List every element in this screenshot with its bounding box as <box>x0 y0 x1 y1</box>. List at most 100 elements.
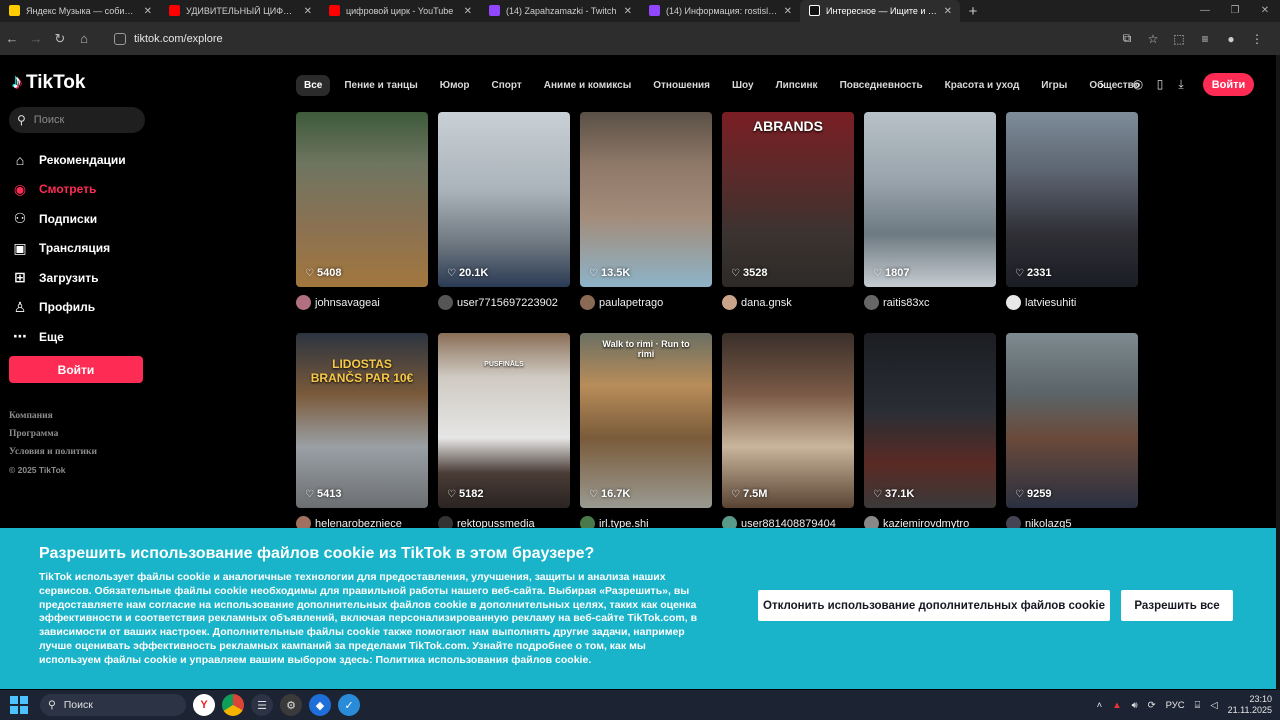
video-author[interactable]: johnsavageai <box>296 295 428 310</box>
video-thumbnail[interactable]: ♡ 2331 <box>1006 112 1138 287</box>
download-icon[interactable]: ⤓ <box>1172 74 1190 94</box>
volume-icon[interactable]: 🔊︎ <box>1132 700 1138 711</box>
new-tab-button[interactable]: + <box>960 0 986 22</box>
video-card[interactable]: Walk to rimi · Run to rimi ♡ 16.7K irl.ty… <box>580 333 712 543</box>
reload-icon[interactable]: ↻ <box>48 31 72 47</box>
maximize-icon[interactable]: ❐ <box>1220 0 1250 22</box>
close-window-icon[interactable]: ✕ <box>1250 0 1280 22</box>
video-thumbnail[interactable]: ♡ 7.5M <box>722 333 854 508</box>
video-author[interactable]: paulapetrago <box>580 295 712 310</box>
browser-tab[interactable]: Яндекс Музыка — собираем м ✕ <box>0 0 160 22</box>
video-author[interactable]: raitis83xc <box>864 295 996 310</box>
tab-category[interactable]: Спорт <box>492 80 522 91</box>
login-button-top[interactable]: Войти <box>1203 73 1254 96</box>
tab-category[interactable]: Шоу <box>732 80 754 91</box>
video-thumbnail[interactable]: ♡ 13.5K <box>580 112 712 287</box>
coins-icon[interactable]: ◎ <box>1129 74 1147 94</box>
video-author[interactable]: dana.gnsk <box>722 295 854 310</box>
video-card[interactable]: PUSFINĀLS ♡ 5182 rektopussmedia <box>438 333 570 543</box>
media-icon[interactable]: ≡ <box>1192 32 1218 46</box>
tab-category[interactable]: Липсинк <box>776 80 818 91</box>
chrome-icon[interactable] <box>222 694 244 716</box>
video-thumbnail[interactable]: ♡ 37.1K <box>864 333 996 508</box>
clock[interactable]: 23:10 21.11.2025 <box>1228 694 1272 716</box>
tab-category[interactable]: Красота и уход <box>945 80 1020 91</box>
allow-all-cookies-button[interactable]: Разрешить все <box>1121 590 1233 621</box>
video-card[interactable]: ♡ 5408 johnsavageai <box>296 112 428 322</box>
chevron-right-icon[interactable]: › <box>1100 77 1104 92</box>
menu-icon[interactable]: ⋮ <box>1244 32 1270 46</box>
vpn-icon[interactable]: ✓ <box>338 694 360 716</box>
video-thumbnail[interactable]: ♡ 1807 <box>864 112 996 287</box>
search-input[interactable]: ⚲ Поиск <box>9 107 145 133</box>
sidebar-item-live[interactable]: ▣ Трансляция <box>12 234 126 264</box>
video-card[interactable]: ♡ 9259 nikolazg5 <box>1006 333 1138 543</box>
chevron-up-icon[interactable]: ˄ <box>1097 700 1103 711</box>
home-icon[interactable]: ⌂ <box>72 31 96 46</box>
forward-icon[interactable]: → <box>24 31 48 46</box>
browser-tab[interactable]: цифровой цирк - YouTube ✕ <box>320 0 480 22</box>
close-icon[interactable]: ✕ <box>464 6 472 17</box>
video-thumbnail[interactable]: Walk to rimi · Run to rimi ♡ 16.7K <box>580 333 712 508</box>
network-icon[interactable]: ⌸ <box>1195 700 1201 711</box>
tab-category[interactable]: Отношения <box>653 80 710 91</box>
sidebar-item-profile[interactable]: ♙ Профиль <box>12 293 126 323</box>
app-icon-2[interactable]: ⚙ <box>280 694 302 716</box>
minimize-icon[interactable]: — <box>1190 0 1220 22</box>
video-thumbnail[interactable]: ♡ 9259 <box>1006 333 1138 508</box>
tiktok-logo[interactable]: ♪ TikTok <box>12 71 85 94</box>
sidebar-item-more[interactable]: ⋯ Еще <box>12 322 126 352</box>
tab-category[interactable]: Повседневность <box>840 80 923 91</box>
video-card[interactable]: LIDOSTAS BRANČS PAR 10€ ♡ 5413 helenarobe… <box>296 333 428 543</box>
close-icon[interactable]: ✕ <box>304 6 312 17</box>
sidebar-item-recommendations[interactable]: ⌂ Рекомендации <box>12 145 126 175</box>
browser-tab-active[interactable]: Интересное — Ищите и смотр ✕ <box>800 0 960 22</box>
extensions-icon[interactable]: ⬚ <box>1166 32 1192 46</box>
sidebar-item-upload[interactable]: ⊞ Загрузить <box>12 263 126 293</box>
tab-category[interactable]: Пение и танцы <box>344 80 417 91</box>
site-info-icon[interactable] <box>114 32 126 45</box>
windows-start-icon[interactable] <box>10 696 28 714</box>
sidebar-item-explore[interactable]: ◉ Смотреть <box>12 175 126 205</box>
video-card[interactable]: ♡ 37.1K kaziemirovdmytro <box>864 333 996 543</box>
video-card[interactable]: ABRANDS ♡ 3528 dana.gnsk <box>722 112 854 322</box>
tab-category[interactable]: Юмор <box>440 80 470 91</box>
sync-icon[interactable]: ⟳ <box>1148 700 1156 711</box>
tab-all[interactable]: Все <box>296 74 331 96</box>
close-icon[interactable]: ✕ <box>624 6 632 17</box>
back-icon[interactable]: ← <box>0 31 24 46</box>
browser-tab[interactable]: (14) Информация: rostislav_99 ✕ <box>640 0 800 22</box>
close-icon[interactable]: ✕ <box>144 6 152 17</box>
tab-category[interactable]: Аниме и комиксы <box>544 80 631 91</box>
profile-icon[interactable]: ● <box>1218 32 1244 46</box>
speaker-icon[interactable]: ◁ <box>1210 700 1217 711</box>
video-thumbnail[interactable]: ABRANDS ♡ 3528 <box>722 112 854 287</box>
footer-link-terms[interactable]: Условия и политики <box>9 447 97 465</box>
app-icon[interactable]: ☰ <box>251 694 273 716</box>
install-app-icon[interactable]: ⧉ <box>1114 31 1140 46</box>
video-card[interactable]: ♡ 1807 raitis83xc <box>864 112 996 322</box>
taskbar-search[interactable]: ⚲ Поиск <box>40 694 186 716</box>
page-scrollbar[interactable] <box>1276 55 1280 690</box>
yandex-browser-icon[interactable]: Y <box>193 694 215 716</box>
sidebar-item-following[interactable]: ⚇ Подписки <box>12 204 126 234</box>
phone-icon[interactable]: ▯ <box>1151 74 1169 94</box>
video-author[interactable]: user7715697223902 <box>438 295 570 310</box>
video-thumbnail[interactable]: ♡ 5408 <box>296 112 428 287</box>
video-card[interactable]: ♡ 20.1K user7715697223902 <box>438 112 570 322</box>
video-card[interactable]: ♡ 13.5K paulapetrago <box>580 112 712 322</box>
language-indicator[interactable]: РУС <box>1166 700 1185 711</box>
warning-icon[interactable]: ▲ <box>1112 700 1121 711</box>
video-card[interactable]: ♡ 7.5M user881408879404 <box>722 333 854 543</box>
video-thumbnail[interactable]: LIDOSTAS BRANČS PAR 10€ ♡ 5413 <box>296 333 428 508</box>
footer-link-program[interactable]: Программа <box>9 429 97 447</box>
bookmark-star-icon[interactable]: ☆ <box>1140 32 1166 46</box>
decline-cookies-button[interactable]: Отклонить использование дополнительных ф… <box>758 590 1110 621</box>
video-thumbnail[interactable]: PUSFINĀLS ♡ 5182 <box>438 333 570 508</box>
close-icon[interactable]: ✕ <box>784 6 792 17</box>
cookie-policy-link[interactable]: Политика использования файлов cookie <box>376 654 589 666</box>
login-button[interactable]: Войти <box>9 356 143 383</box>
video-card[interactable]: ♡ 2331 latviesuhiti <box>1006 112 1138 322</box>
browser-tab[interactable]: (14) Zapahzamazki - Twitch ✕ <box>480 0 640 22</box>
browser-tab[interactable]: УДИВИТЕЛЬНЫЙ ЦИФРОВОЙ ✕ <box>160 0 320 22</box>
